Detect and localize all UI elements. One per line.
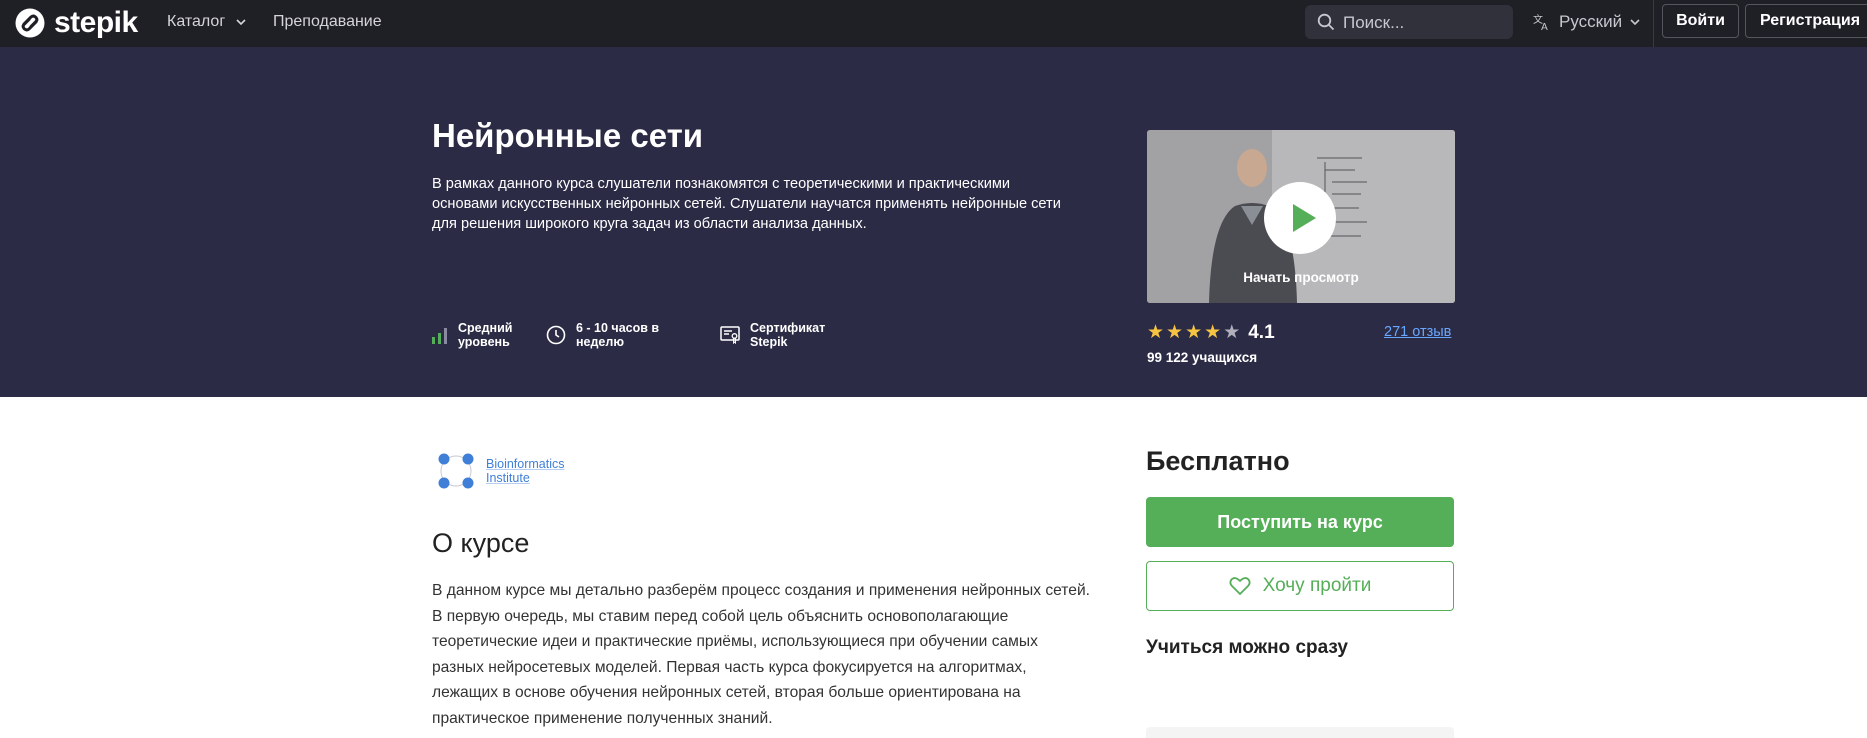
teaching-link[interactable]: Преподавание [273, 0, 382, 47]
author-name-line1: Bioinformatics [486, 457, 565, 471]
enroll-button[interactable]: Поступить на курс [1146, 497, 1454, 547]
language-selector[interactable]: 文 A Русский [1533, 0, 1640, 44]
level-line2: уровень [458, 335, 510, 349]
stat-level: Средний уровень [432, 321, 512, 349]
course-title: Нейронные сети [432, 117, 704, 154]
brand-name: stepik [54, 6, 138, 39]
stat-certificate: Сертификат Stepik [720, 321, 825, 349]
chevron-down-icon [236, 19, 246, 25]
play-button[interactable] [1264, 182, 1336, 254]
about-text: В данном курсе мы детально разберём проц… [432, 582, 1090, 727]
author-name-line2: Institute [486, 471, 530, 485]
clock-icon [546, 325, 566, 345]
search-input[interactable] [1341, 5, 1510, 41]
video-play-label: Начать просмотр [1243, 270, 1359, 285]
search-box[interactable] [1305, 5, 1513, 41]
play-icon [1293, 204, 1316, 232]
catalog-label: Каталог [167, 13, 226, 30]
signal-bars-icon [432, 328, 447, 344]
certificate-line1: Сертификат [750, 321, 826, 335]
rating-value: 4.1 [1248, 322, 1275, 343]
certificate-icon [720, 326, 740, 344]
top-navbar: stepik Каталог Преподавание 文 A Русский … [0, 0, 1867, 47]
chevron-down-icon [1630, 19, 1640, 25]
course-description: В рамках данного курса слушатели познако… [432, 176, 1061, 232]
course-price: Бесплатно [1146, 446, 1290, 476]
hours-line1: 6 - 10 часов в [576, 321, 660, 335]
certificate-line2: Stepik [750, 335, 788, 349]
translate-icon: 文 A [1533, 13, 1548, 31]
wishlist-label: Хочу пройти [1262, 575, 1372, 596]
start-now-heading: Учиться можно сразу [1146, 637, 1348, 658]
stepik-logo-icon [15, 8, 45, 38]
star-empty-icon: ★ [1223, 322, 1241, 343]
star-icon: ★ [1166, 322, 1184, 343]
course-rating: ★ ★ ★ ★ ★ 4.1 [1147, 322, 1275, 344]
about-heading: О курсе [432, 528, 530, 558]
heart-icon [1229, 577, 1251, 595]
star-icon: ★ [1185, 322, 1203, 343]
bioinformatics-logo-icon [438, 453, 474, 489]
catalog-menu[interactable]: Каталог [167, 0, 246, 47]
search-icon [1317, 13, 1335, 31]
brand-logo[interactable]: stepik [14, 6, 138, 40]
course-author[interactable]: Bioinformatics Institute [436, 451, 565, 491]
svg-text:A: A [1541, 22, 1548, 31]
star-icon: ★ [1147, 322, 1165, 343]
nav-divider [1653, 0, 1654, 47]
level-line1: Средний [458, 321, 513, 335]
sidebar-panel [1146, 727, 1454, 738]
students-count: 99 122 учащихся [1147, 350, 1258, 365]
stat-hours: 6 - 10 часов в неделю [546, 321, 659, 349]
register-button[interactable]: Регистрация [1745, 4, 1867, 38]
language-label: Русский [1559, 12, 1623, 31]
hours-line2: неделю [576, 335, 625, 349]
course-promo-video[interactable]: Начать просмотр [1147, 130, 1455, 303]
login-button[interactable]: Войти [1662, 4, 1739, 38]
star-icon: ★ [1204, 322, 1222, 343]
reviews-link[interactable]: 271 отзыв [1384, 324, 1451, 340]
wishlist-button[interactable]: Хочу пройти [1146, 561, 1454, 611]
